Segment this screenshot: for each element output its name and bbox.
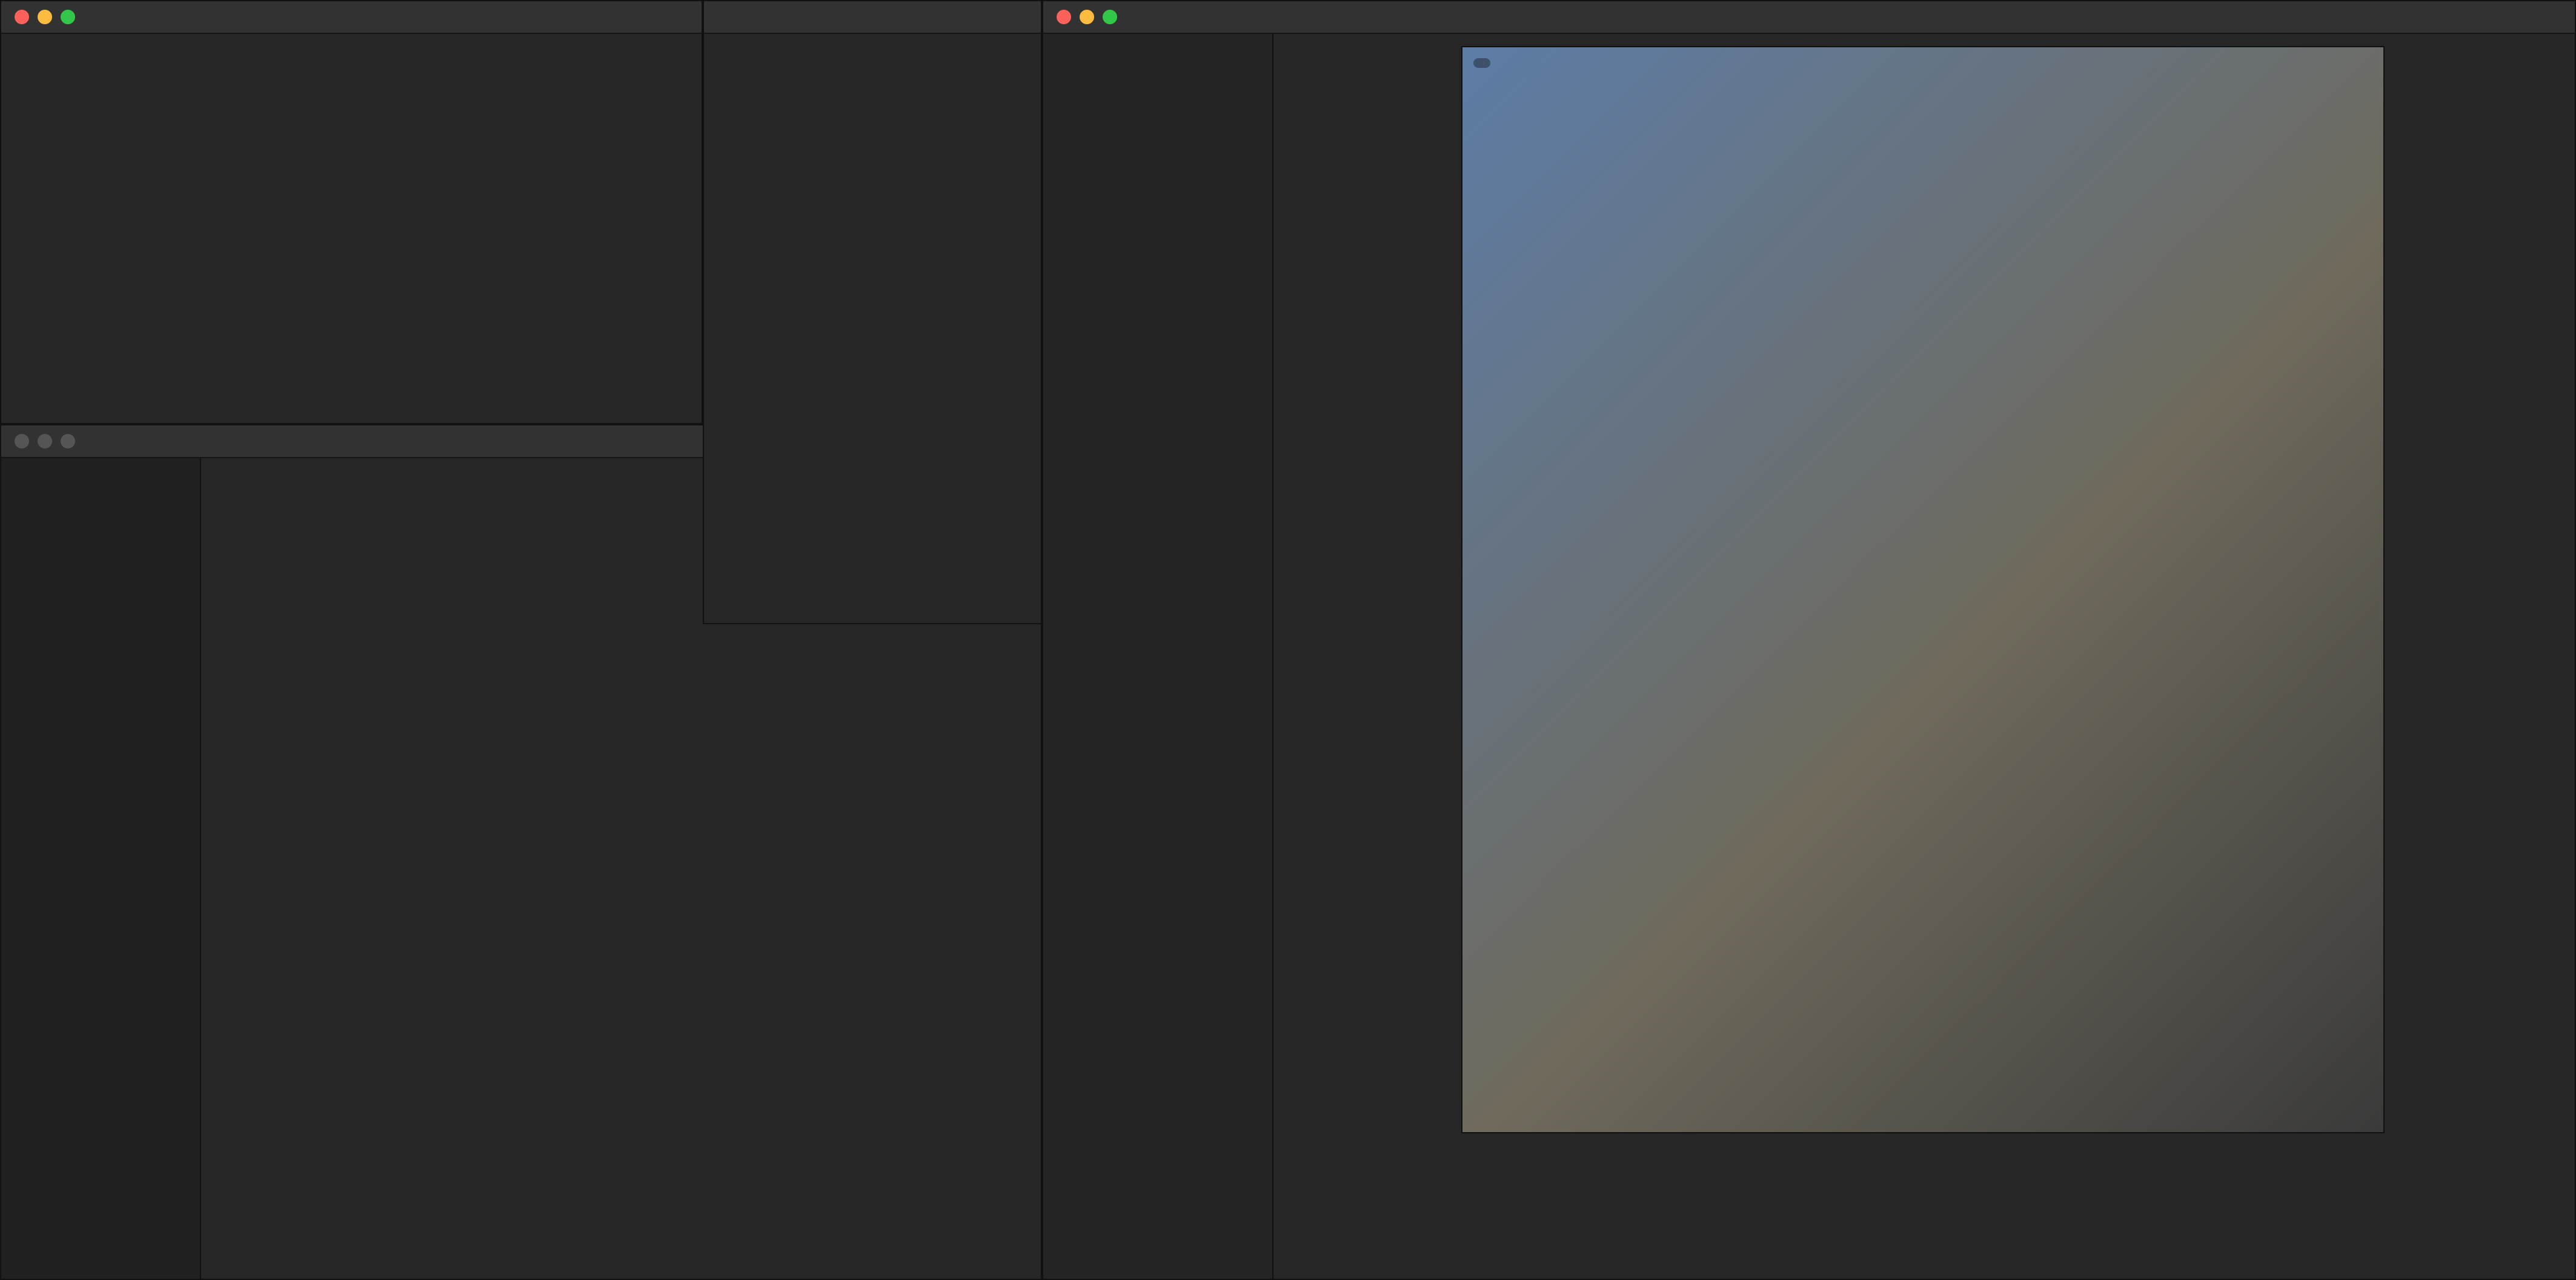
photo-viewer[interactable]	[1461, 46, 2385, 1133]
about-this-mac-window	[0, 0, 703, 424]
close-icon[interactable]	[15, 10, 29, 24]
window-traffic-lights	[15, 434, 75, 448]
minimize-icon[interactable]	[1080, 10, 1094, 24]
zoom-icon[interactable]	[61, 434, 75, 448]
about-content	[1, 34, 702, 58]
window-traffic-lights	[15, 10, 75, 24]
photos-sidebar	[1043, 34, 1273, 1279]
info-fields	[704, 34, 1041, 58]
photos-titlebar	[1043, 1, 2575, 34]
zoom-icon[interactable]	[1103, 10, 1117, 24]
minimize-icon[interactable]	[38, 434, 52, 448]
minimize-icon[interactable]	[38, 10, 52, 24]
info-titlebar	[704, 1, 1041, 34]
window-traffic-lights	[1057, 10, 1117, 24]
about-window-titlebar	[1, 1, 702, 34]
live-photo-badge[interactable]	[1473, 58, 1490, 68]
zoom-icon[interactable]	[61, 10, 75, 24]
photos-info-window	[703, 0, 1042, 624]
system-info-sidebar	[1, 458, 201, 1279]
close-icon[interactable]	[15, 434, 29, 448]
photos-main-window	[1042, 0, 2576, 1280]
close-icon[interactable]	[1057, 10, 1071, 24]
